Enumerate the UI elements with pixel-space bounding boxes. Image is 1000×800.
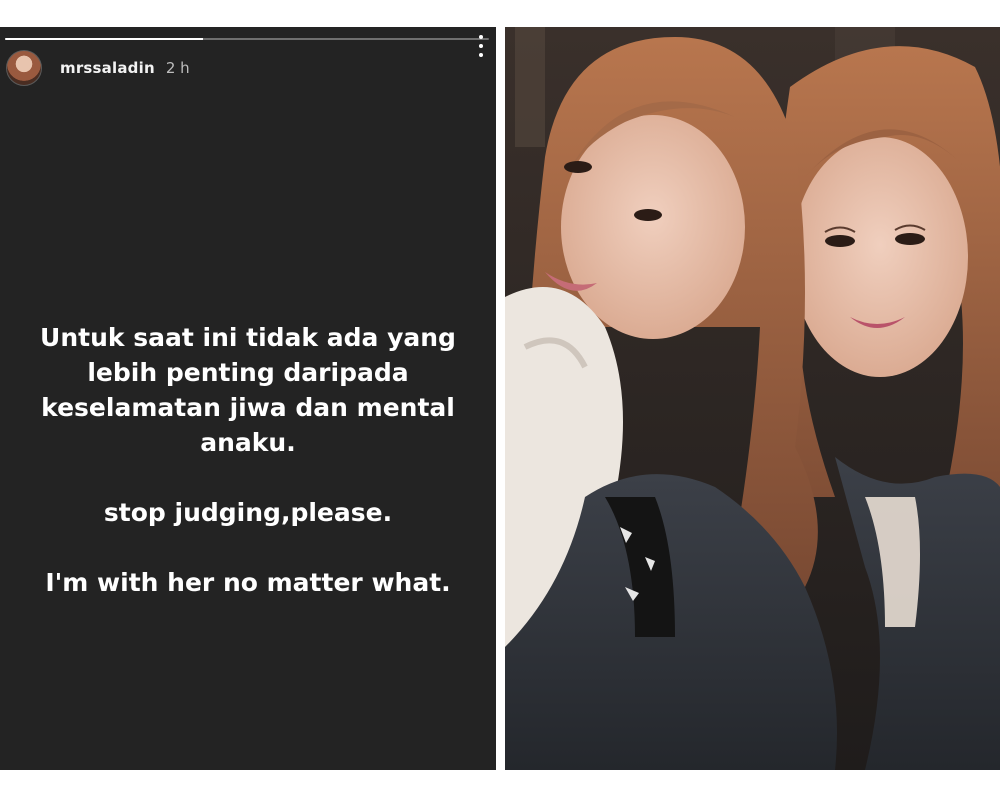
story-timestamp: 2 h [165,59,190,77]
story-text-line: stop judging,please. [103,498,393,527]
story-progress-bar [5,38,489,40]
selfie-photo [505,27,1000,770]
story-text-line: keselamatan jiwa dan mental [41,393,455,422]
story-progress-fill [5,38,204,40]
story-header: mrssaladin 2 h [6,50,482,86]
story-text-line: Untuk saat ini tidak ada yang [40,323,456,352]
instagram-story-panel: mrssaladin 2 h Untuk saat ini tidak ada … [0,27,496,770]
story-text-line: lebih penting daripada [87,358,409,387]
story-username[interactable]: mrssaladin [60,59,155,77]
story-text-line: I'm with her no matter what. [45,568,451,597]
more-options-icon[interactable] [476,35,486,57]
story-text-line: anaku. [200,428,296,457]
profile-avatar[interactable] [6,50,42,86]
story-text-block: Untuk saat ini tidak ada yang lebih pent… [0,320,496,600]
